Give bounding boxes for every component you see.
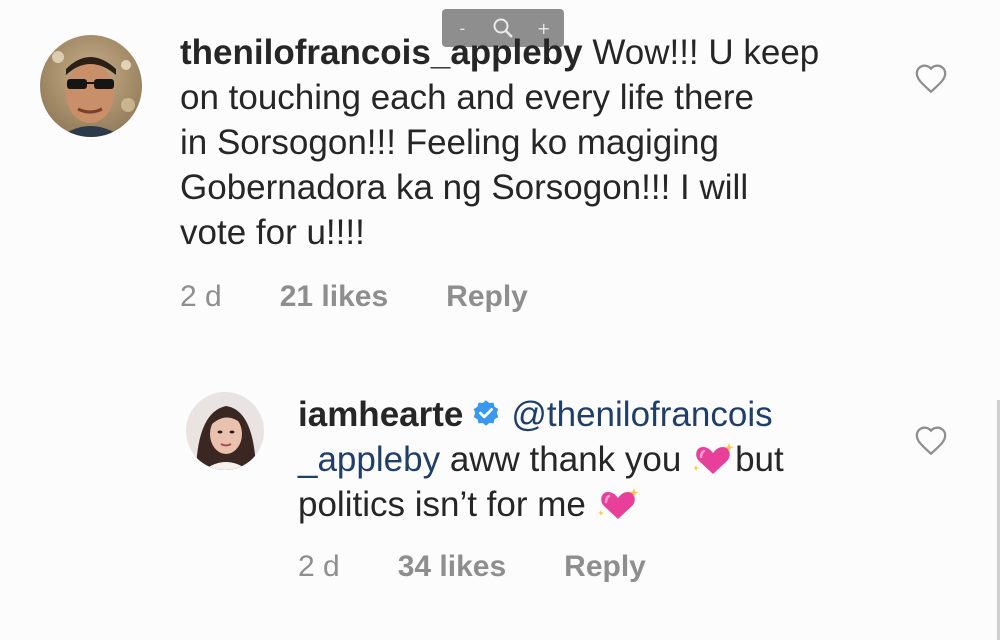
comment-username[interactable]: iamhearte [298, 395, 463, 434]
comment-line: but [735, 440, 784, 479]
comment-text: iamhearte @thenilofrancois _appleby aww … [298, 392, 898, 527]
comment-meta: 2 d 34 likes Reply [298, 550, 646, 584]
avatar[interactable] [40, 35, 142, 137]
mention-link-continued[interactable]: _appleby [298, 440, 440, 479]
likes-count[interactable]: 21 likes [280, 280, 388, 314]
comment-text: thenilofrancois_appleby Wow!!! U keep on… [180, 30, 900, 255]
comment-line: Wow!!! U keep [592, 33, 820, 72]
comment-line: on touching each and every life there [180, 78, 754, 117]
reply-button[interactable]: Reply [564, 550, 646, 584]
reply-comment-item: iamhearte @thenilofrancois _appleby aww … [0, 330, 1000, 640]
heart-outline-icon[interactable] [914, 424, 948, 458]
mention-link[interactable]: @thenilofrancois [511, 395, 772, 434]
comment-line: Gobernadora ka ng Sorsogon!!! I will [180, 168, 749, 207]
comment-line: aww thank you [449, 440, 682, 479]
comment-line: in Sorsogon!!! Feeling ko magiging [180, 123, 719, 162]
avatar[interactable] [186, 392, 264, 470]
comment-time: 2 d [180, 280, 222, 313]
heart-outline-icon[interactable] [914, 62, 948, 96]
comment-time: 2 d [298, 550, 340, 583]
verified-badge-icon [474, 400, 499, 426]
sparkling-heart-icon [693, 443, 734, 474]
comments-screenshot: - + thenilofrancois_appleby Wow!!! U kee… [0, 0, 1000, 640]
sparkling-heart-icon [597, 488, 639, 519]
reply-button[interactable]: Reply [446, 280, 528, 314]
comment-item: thenilofrancois_appleby Wow!!! U keep on… [0, 0, 1000, 330]
comment-line: politics isn’t for me [298, 485, 586, 524]
likes-count[interactable]: 34 likes [398, 550, 506, 584]
comment-line: vote for u!!!! [180, 213, 365, 252]
comment-username[interactable]: thenilofrancois_appleby [180, 33, 583, 72]
comment-meta: 2 d 21 likes Reply [180, 280, 528, 314]
